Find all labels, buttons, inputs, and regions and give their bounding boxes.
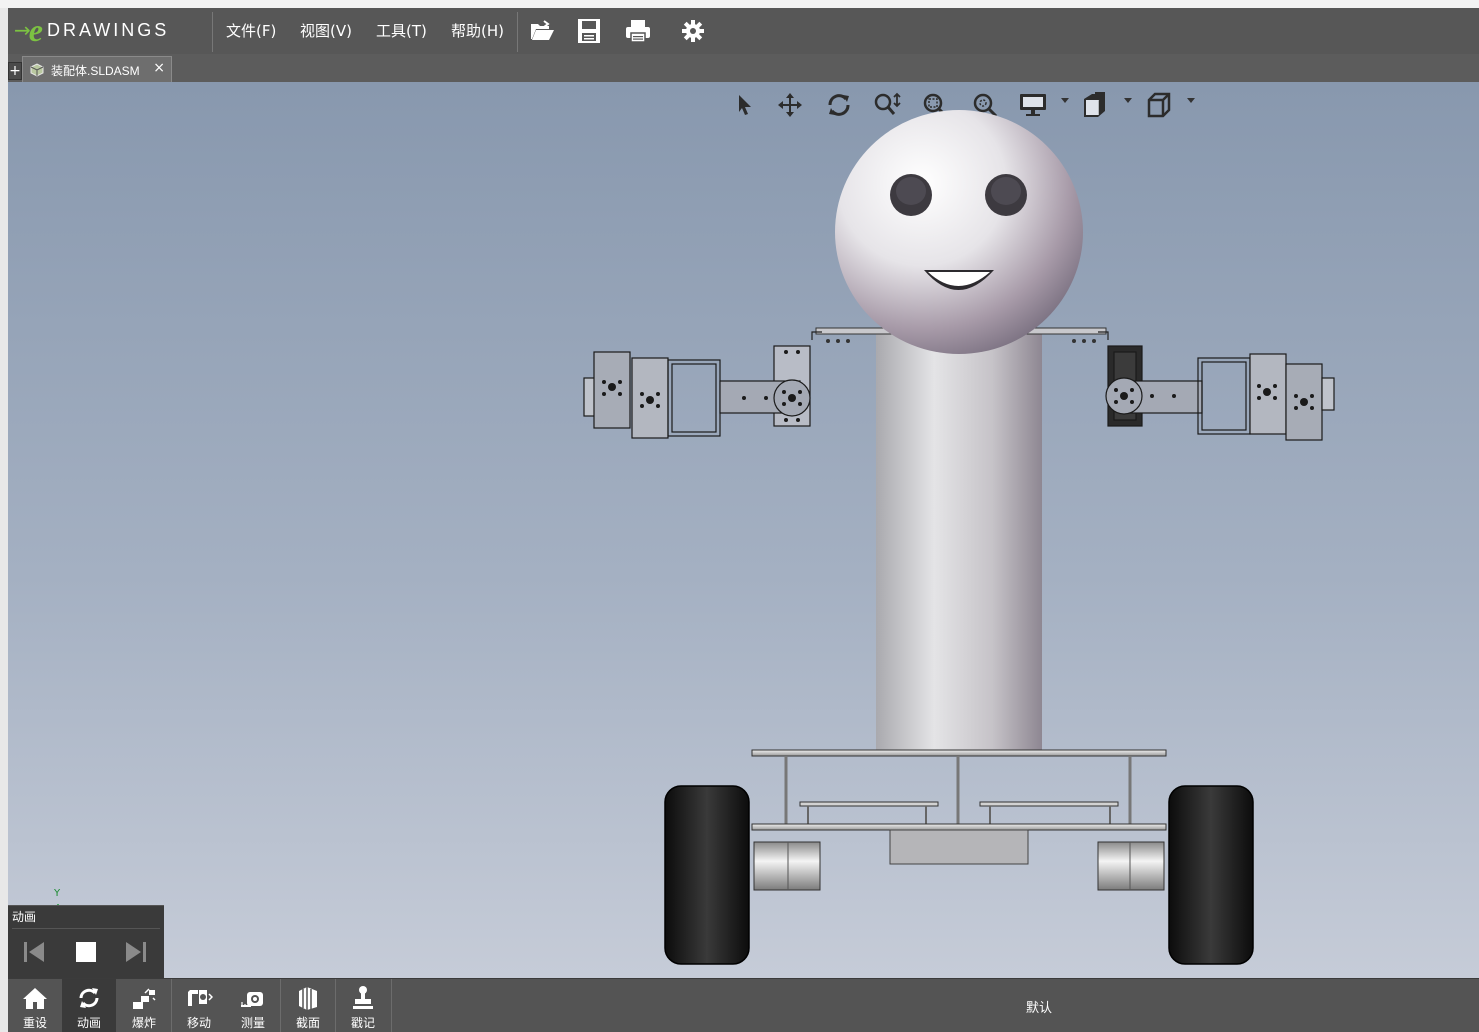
toolbar-separator xyxy=(391,979,392,1032)
assembly-icon xyxy=(29,62,45,78)
explode-button[interactable]: 爆炸 xyxy=(117,979,171,1032)
explode-icon xyxy=(130,985,158,1011)
edrawings-window: → e DRAWINGS 文件(F) 视图(V) 工具(T) 帮助(H) + 装 xyxy=(8,8,1479,1032)
skip-back-icon xyxy=(24,942,44,962)
animate-label: 动画 xyxy=(76,1016,101,1030)
new-tab-button[interactable]: + xyxy=(8,62,22,80)
right-motor xyxy=(1097,841,1165,891)
save-icon[interactable] xyxy=(574,17,604,45)
top-base-plate xyxy=(751,749,1167,757)
menu-file[interactable]: 文件(F) xyxy=(226,20,276,41)
model-viewport[interactable]: Y xyxy=(8,82,1479,978)
document-tab-bar: + 装配体.SLDASM × xyxy=(8,54,1479,83)
measure-icon xyxy=(239,985,267,1011)
logo-text: DRAWINGS xyxy=(46,19,170,40)
open-icon[interactable] xyxy=(527,17,557,45)
section-button[interactable]: 截面 xyxy=(281,979,335,1032)
right-wheel xyxy=(1168,785,1254,965)
next-frame-button[interactable] xyxy=(118,934,154,970)
stamp-icon xyxy=(349,985,377,1011)
menu-bar: → e DRAWINGS 文件(F) 视图(V) 工具(T) 帮助(H) xyxy=(8,8,1479,55)
settings-icon[interactable] xyxy=(678,17,708,45)
body-cylinder xyxy=(876,332,1042,752)
home-icon xyxy=(21,985,49,1011)
close-tab-icon[interactable]: × xyxy=(153,60,165,76)
skip-forward-icon xyxy=(126,942,146,962)
menu-tools[interactable]: 工具(T) xyxy=(376,20,427,41)
robot-assembly-model xyxy=(54,110,1335,965)
reset-button[interactable]: 重设 xyxy=(8,979,62,1032)
animate-icon xyxy=(75,985,103,1011)
measure-button[interactable]: 测量 xyxy=(226,979,280,1032)
stamp-label: 戳记 xyxy=(350,1016,375,1030)
move-button[interactable]: 移动 xyxy=(172,979,226,1032)
reset-label: 重设 xyxy=(22,1016,47,1030)
panel-divider xyxy=(12,928,160,929)
menu-separator xyxy=(517,12,518,52)
move-label: 移动 xyxy=(186,1016,211,1030)
logo-e: e xyxy=(28,12,43,48)
animate-button[interactable]: 动画 xyxy=(62,979,116,1032)
triad-y-label: Y xyxy=(54,888,61,899)
bottom-base-plate xyxy=(751,823,1167,831)
document-tab[interactable]: 装配体.SLDASM × xyxy=(22,56,172,83)
configuration-name: 默认 xyxy=(1026,1001,1053,1016)
bottom-toolbar: 重设 动画 爆炸 移动 测量 截面 戳记 默认 xyxy=(8,978,1479,1032)
left-arm xyxy=(583,345,811,439)
robot-head xyxy=(835,110,1083,354)
left-wheel xyxy=(664,785,750,965)
section-label: 截面 xyxy=(295,1016,320,1030)
animation-panel: 动画 xyxy=(8,905,164,979)
left-motor xyxy=(753,841,821,891)
stamp-button[interactable]: 戳记 xyxy=(336,979,390,1032)
document-tab-label: 装配体.SLDASM xyxy=(51,63,140,78)
measure-label: 测量 xyxy=(240,1016,265,1030)
stop-button[interactable] xyxy=(68,934,104,970)
section-icon xyxy=(294,985,322,1011)
right-arm xyxy=(1105,345,1335,441)
explode-label: 爆炸 xyxy=(131,1016,156,1030)
edrawings-logo: → e DRAWINGS xyxy=(14,12,210,48)
animation-panel-title: 动画 xyxy=(12,910,37,924)
previous-frame-button[interactable] xyxy=(16,934,52,970)
battery-box xyxy=(889,829,1029,865)
menu-view[interactable]: 视图(V) xyxy=(300,20,352,41)
move-icon xyxy=(185,985,213,1011)
menu-help[interactable]: 帮助(H) xyxy=(451,20,504,41)
print-icon[interactable] xyxy=(623,17,653,45)
window-top-strip xyxy=(0,0,1479,8)
menu-separator xyxy=(212,12,213,52)
stop-icon xyxy=(76,942,96,962)
